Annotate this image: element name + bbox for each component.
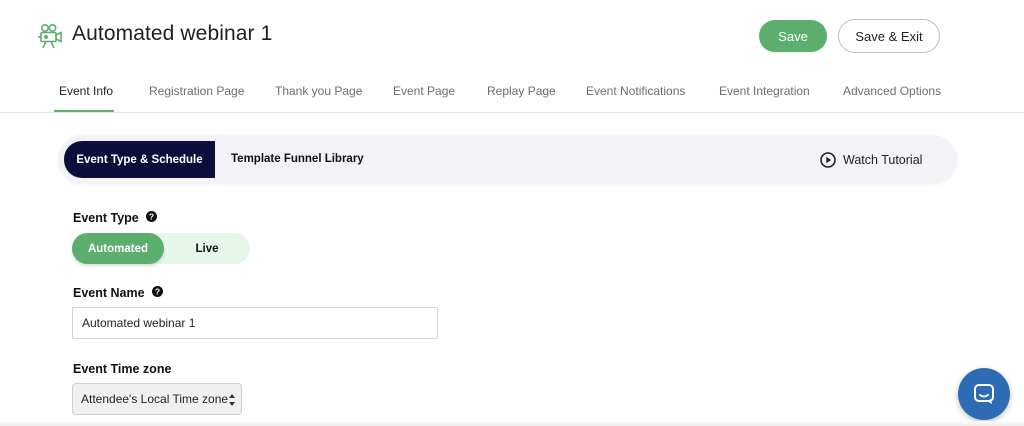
chat-bubble-icon [974, 384, 994, 404]
subtab-event-type-schedule[interactable]: Event Type & Schedule [64, 141, 215, 178]
event-timezone-label: Event Time zone [73, 362, 171, 376]
event-type-automated-option[interactable]: Automated [72, 233, 164, 264]
event-type-label-text: Event Type [73, 211, 139, 225]
event-type-toggle: Automated Live [72, 233, 250, 264]
subtab-template-funnel-library[interactable]: Template Funnel Library [231, 153, 364, 165]
tab-event-integration[interactable]: Event Integration [719, 84, 810, 98]
tab-thank-you-page[interactable]: Thank you Page [275, 84, 362, 98]
timezone-select-value: Attendee's Local Time zone [81, 392, 229, 406]
subheader-bar: Event Type & Schedule Template Funnel Li… [58, 135, 957, 184]
event-timezone-label-text: Event Time zone [73, 362, 172, 376]
event-name-label: Event Name ? [73, 286, 163, 300]
header: Automated webinar 1 Save Save & Exit [0, 0, 1024, 72]
tab-advanced-options[interactable]: Advanced Options [843, 84, 941, 98]
tab-registration-page[interactable]: Registration Page [149, 84, 244, 98]
svg-text:?: ? [154, 287, 159, 297]
chat-button[interactable] [958, 368, 1010, 420]
page-title: Automated webinar 1 [72, 22, 273, 45]
save-exit-button[interactable]: Save & Exit [838, 19, 940, 53]
svg-text:?: ? [149, 212, 154, 222]
watch-tutorial-label: Watch Tutorial [843, 153, 923, 167]
app: Automated webinar 1 Save Save & Exit Eve… [0, 0, 1024, 426]
tab-event-notifications[interactable]: Event Notifications [586, 84, 685, 98]
camera-icon [36, 22, 64, 50]
event-name-label-text: Event Name [73, 286, 145, 300]
tab-event-page[interactable]: Event Page [393, 84, 455, 98]
play-circle-icon [820, 152, 836, 168]
event-type-live-option[interactable]: Live [164, 233, 250, 264]
watch-tutorial-button[interactable]: Watch Tutorial [820, 151, 922, 169]
tab-replay-page[interactable]: Replay Page [487, 84, 556, 98]
help-icon[interactable]: ? [145, 211, 157, 225]
active-tab-indicator [54, 110, 114, 112]
save-button[interactable]: Save [759, 20, 827, 52]
event-name-input[interactable] [72, 307, 438, 339]
event-type-label: Event Type ? [73, 211, 157, 225]
help-icon[interactable]: ? [151, 286, 163, 300]
timezone-select[interactable]: Attendee's Local Time zone [72, 383, 242, 415]
tab-bar: Event Info Registration Page Thank you P… [0, 72, 1024, 113]
bottom-shadow [0, 421, 1024, 426]
select-arrows-icon [229, 394, 235, 406]
tab-event-info[interactable]: Event Info [59, 84, 113, 98]
